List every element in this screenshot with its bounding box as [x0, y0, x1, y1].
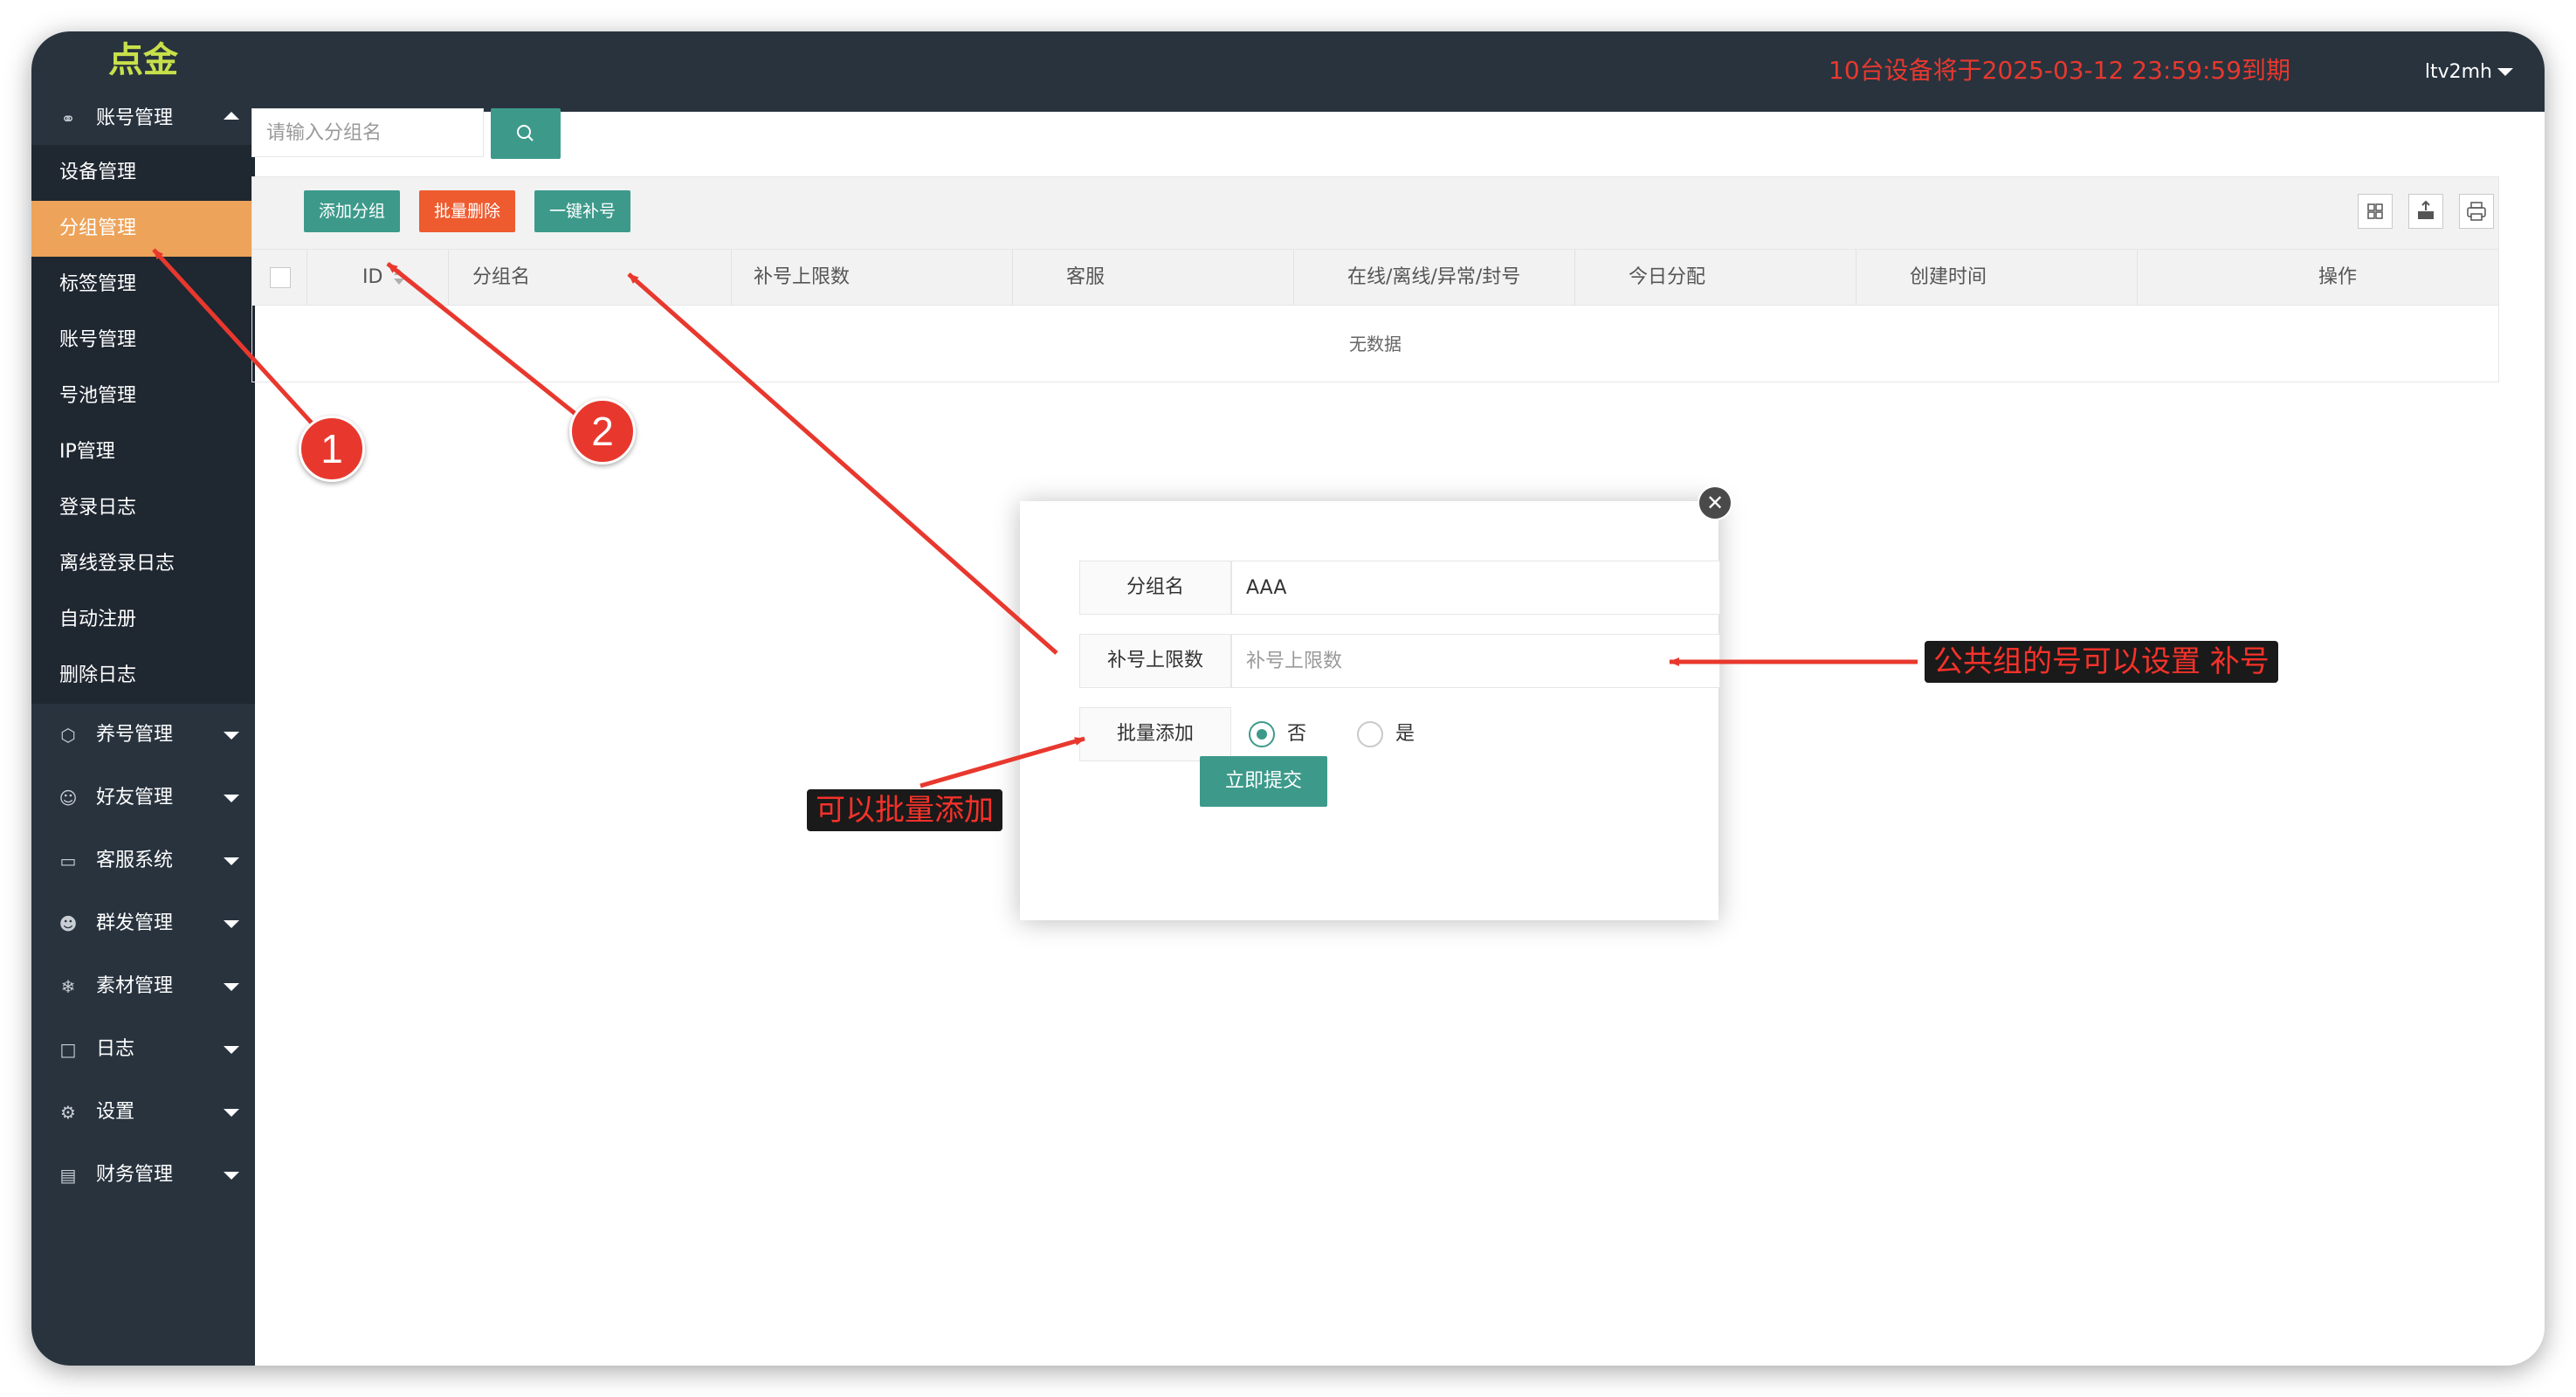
annotation-arrows [152, 248, 1918, 788]
arrow-to-add-group [386, 262, 582, 419]
arrow-to-batch-add [920, 736, 1085, 788]
step-badge-1: 1 [299, 416, 365, 482]
arrow-to-one-click-refill [627, 272, 1058, 655]
step-badge-2: 2 [569, 398, 636, 465]
callout-batch-add: 可以批量添加 [807, 789, 1002, 831]
callout-refill: 公共组的号可以设置 补号 [1925, 641, 2278, 683]
arrow-to-groups-menu [152, 248, 318, 430]
